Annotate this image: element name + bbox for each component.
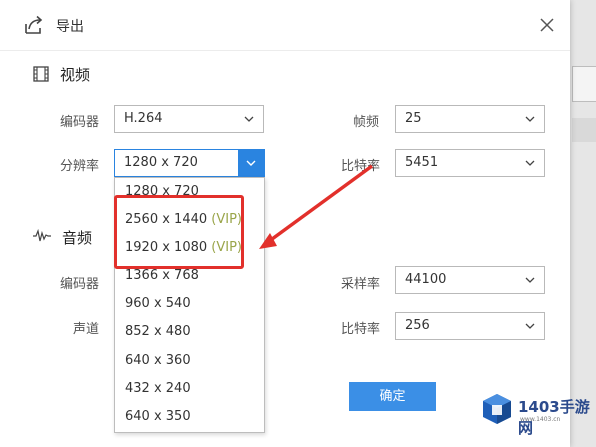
background-field	[572, 66, 596, 102]
export-dialog: 导出 视频 编码器 H.264 帧频 25 分辨率 1280 x 720 比特率…	[0, 0, 570, 447]
background-field	[572, 118, 596, 142]
watermark: 1403手游网 www.1403.cn	[480, 392, 596, 437]
cube-logo-icon	[483, 394, 511, 424]
watermark-url: www.1403.cn	[520, 416, 561, 423]
annotation-arrow	[259, 164, 374, 249]
